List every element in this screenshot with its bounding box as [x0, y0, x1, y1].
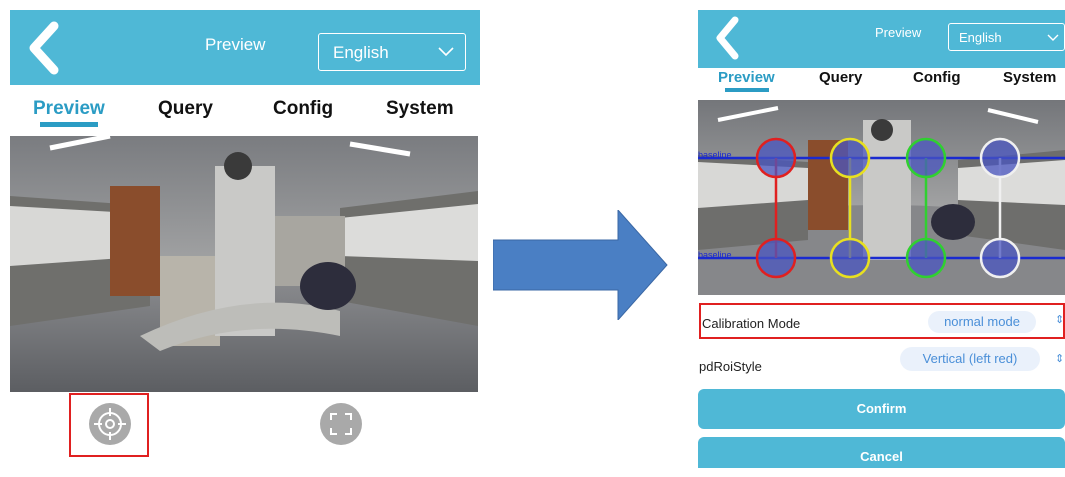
right-language-select[interactable]: English: [948, 23, 1065, 51]
right-page-title: Preview: [875, 25, 922, 40]
left-language-value: English: [333, 43, 389, 62]
right-tab-underline: [725, 88, 769, 92]
left-page-title: Preview: [205, 35, 266, 54]
left-tab-system[interactable]: System: [386, 98, 454, 120]
pdroistyle-value: Vertical (left red): [922, 351, 1018, 366]
right-tab-system[interactable]: System: [1003, 69, 1056, 86]
calibration-mode-select[interactable]: normal mode: [928, 311, 1036, 333]
left-back-icon[interactable]: [22, 18, 66, 78]
right-back-icon[interactable]: [710, 14, 744, 62]
left-camera-preview: [10, 136, 478, 392]
bottom-baseline-label: baseline: [698, 250, 732, 260]
camera-image-with-roi: [698, 100, 1065, 295]
fullscreen-icon[interactable]: [320, 403, 362, 445]
calibration-mode-label: Calibration Mode: [702, 316, 801, 331]
right-arrow-icon: [492, 208, 668, 322]
left-tab-config[interactable]: Config: [273, 98, 333, 120]
left-language-select[interactable]: English: [318, 33, 466, 71]
pdroistyle-label: pdRoiStyle: [699, 359, 762, 374]
right-language-value: English: [959, 30, 1002, 45]
top-baseline-label: baseline: [698, 150, 732, 160]
chevron-down-icon: [1047, 34, 1059, 41]
pdroistyle-select[interactable]: Vertical (left red): [900, 347, 1040, 371]
crosshair-icon[interactable]: [89, 403, 131, 445]
updown-chevron-icon: ⇕: [1055, 314, 1065, 326]
right-tab-config[interactable]: Config: [913, 69, 960, 86]
calibration-mode-value: normal mode: [944, 314, 1020, 329]
right-tab-query[interactable]: Query: [819, 69, 862, 86]
updown-chevron-icon: ⇕: [1055, 353, 1065, 365]
right-tab-preview[interactable]: Preview: [718, 69, 775, 86]
left-tab-preview[interactable]: Preview: [33, 98, 105, 120]
camera-image: [10, 136, 478, 392]
cancel-button-label: Cancel: [860, 449, 903, 464]
left-tab-query[interactable]: Query: [158, 98, 213, 120]
cancel-button[interactable]: Cancel: [698, 437, 1065, 468]
chevron-down-icon: [438, 47, 454, 57]
right-camera-preview: [698, 100, 1065, 295]
left-tab-underline: [40, 122, 98, 127]
confirm-button[interactable]: Confirm: [698, 389, 1065, 429]
confirm-button-label: Confirm: [856, 401, 907, 416]
